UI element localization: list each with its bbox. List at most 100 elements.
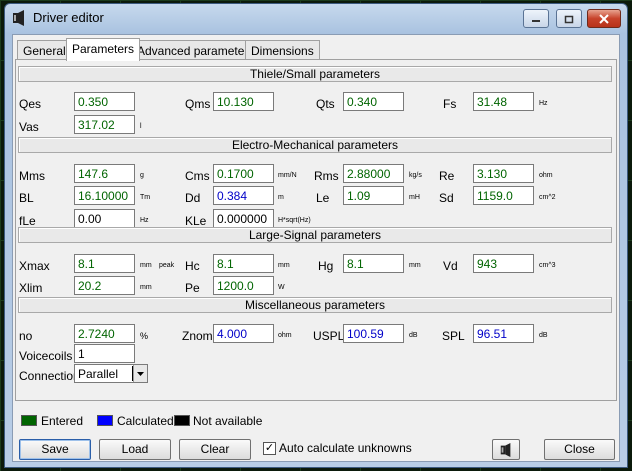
label-spl: SPL xyxy=(442,329,465,343)
label-voicecoils: Voicecoils xyxy=(19,349,73,363)
unit-hg: mm xyxy=(409,262,421,269)
window-title: Driver editor xyxy=(33,10,104,25)
label-fs: Fs xyxy=(443,97,457,111)
field-uspl[interactable]: 100.59 xyxy=(343,324,404,343)
field-fs[interactable]: 31.48 xyxy=(473,92,534,111)
field-bl[interactable]: 16.10000 xyxy=(74,186,135,205)
field-sd[interactable]: 1159.0 xyxy=(473,186,534,205)
label-hg: Hg xyxy=(318,259,334,273)
legend-swatch-entered xyxy=(21,415,37,426)
label-uspl: USPL xyxy=(313,329,345,343)
auto-calculate-checkbox[interactable]: ✓ xyxy=(263,442,276,455)
maximize-button[interactable] xyxy=(556,9,582,28)
unit-pe: W xyxy=(278,284,285,291)
driver-editor-window: Driver editor General Parameters Advance… xyxy=(4,3,628,468)
field-rms[interactable]: 2.88000 xyxy=(343,164,404,183)
unit-rms: kg/s xyxy=(409,172,422,179)
label-bl: BL xyxy=(19,191,34,205)
field-re[interactable]: 3.130 xyxy=(473,164,534,183)
unit-vas: l xyxy=(140,123,142,130)
label-xmax: Xmax xyxy=(19,259,50,273)
unit-fs: Hz xyxy=(539,100,548,107)
dialog-client: General Parameters Advanced parameters D… xyxy=(12,34,620,462)
connection-value: Parallel xyxy=(78,367,119,381)
field-qts[interactable]: 0.340 xyxy=(343,92,404,111)
speaker-button[interactable] xyxy=(492,439,520,460)
field-xlim[interactable]: 20.2 xyxy=(74,276,135,295)
field-le[interactable]: 1.09 xyxy=(343,186,404,205)
label-hc: Hc xyxy=(185,259,200,273)
dropdown-button[interactable] xyxy=(133,365,147,382)
unit-xmax: mm xyxy=(140,262,152,269)
field-qms[interactable]: 10.130 xyxy=(213,92,274,111)
field-cms[interactable]: 0.1700 xyxy=(213,164,274,183)
tab-general[interactable]: General xyxy=(17,40,72,60)
connection-select[interactable]: Parallel xyxy=(74,364,148,383)
field-znom[interactable]: 4.000 xyxy=(213,324,274,343)
field-hg[interactable]: 8.1 xyxy=(343,254,404,273)
section-electro-mechanical: Electro-Mechanical parameters xyxy=(18,137,612,153)
unit-re: ohm xyxy=(539,172,553,179)
close-window-button[interactable] xyxy=(587,9,621,28)
label-pe: Pe xyxy=(185,281,200,295)
label-le: Le xyxy=(316,191,330,205)
close-icon xyxy=(599,13,609,24)
unit-cms: mm/N xyxy=(278,172,297,179)
legend-label-calculated: Calculated xyxy=(117,414,174,428)
field-dd[interactable]: 0.384 xyxy=(213,186,274,205)
unit-znom: ohm xyxy=(278,332,292,339)
label-znom: Znom xyxy=(182,329,213,343)
field-qes[interactable]: 0.350 xyxy=(74,92,135,111)
speaker-icon xyxy=(500,443,511,457)
label-re: Re xyxy=(439,169,455,183)
label-fle: fLe xyxy=(19,214,36,228)
unit-sd: cm^2 xyxy=(539,194,556,201)
unit-hc: mm xyxy=(278,262,290,269)
clear-button[interactable]: Clear xyxy=(179,439,251,460)
legend-label-not-available: Not available xyxy=(193,414,263,428)
field-hc[interactable]: 8.1 xyxy=(213,254,274,273)
unit-mms: g xyxy=(140,172,144,179)
chevron-down-icon xyxy=(137,371,144,376)
field-no[interactable]: 2.7240 xyxy=(74,324,135,343)
field-vas[interactable]: 317.02 xyxy=(74,115,135,134)
unit-no: % xyxy=(140,331,149,341)
field-mms[interactable]: 147.6 xyxy=(74,164,135,183)
tab-dimensions[interactable]: Dimensions xyxy=(245,40,320,60)
unit-xmax-peak: peak xyxy=(159,262,175,269)
label-mms: Mms xyxy=(19,169,45,183)
unit-vd: cm^3 xyxy=(539,262,556,269)
section-miscellaneous: Miscellaneous parameters xyxy=(18,297,612,313)
label-qts: Qts xyxy=(316,97,335,111)
unit-fle: Hz xyxy=(140,217,149,224)
label-vas: Vas xyxy=(19,120,39,134)
label-dd: Dd xyxy=(185,191,201,205)
minimize-icon xyxy=(532,19,540,22)
tab-parameters[interactable]: Parameters xyxy=(66,38,141,61)
tab-advanced-parameters[interactable]: Advanced parameters xyxy=(131,40,261,60)
minimize-button[interactable] xyxy=(523,9,549,28)
label-kle: KLe xyxy=(185,214,207,228)
load-button[interactable]: Load xyxy=(99,439,171,460)
close-button[interactable]: Close xyxy=(544,439,615,460)
label-rms: Rms xyxy=(314,169,339,183)
label-qes: Qes xyxy=(19,97,42,111)
unit-spl: dB xyxy=(539,332,548,339)
label-no: no xyxy=(19,329,33,343)
speaker-icon xyxy=(13,10,24,26)
label-vd: Vd xyxy=(443,259,458,273)
title-bar[interactable]: Driver editor xyxy=(5,4,627,32)
section-thiele-small: Thiele/Small parameters xyxy=(18,66,612,82)
field-kle[interactable]: 0.000000 xyxy=(213,209,274,228)
field-pe[interactable]: 1200.0 xyxy=(213,276,274,295)
parameters-panel: Thiele/Small parameters Qes 0.350 Qms 10… xyxy=(15,59,617,401)
field-fle[interactable]: 0.00 xyxy=(74,209,135,228)
label-sd: Sd xyxy=(439,191,454,205)
legend-swatch-calculated xyxy=(97,415,113,426)
save-button[interactable]: Save xyxy=(19,439,91,460)
unit-bl: Tm xyxy=(140,194,151,201)
field-xmax[interactable]: 8.1 xyxy=(74,254,135,273)
field-voicecoils[interactable]: 1 xyxy=(74,344,135,363)
field-spl[interactable]: 96.51 xyxy=(473,324,534,343)
field-vd[interactable]: 943 xyxy=(473,254,534,273)
